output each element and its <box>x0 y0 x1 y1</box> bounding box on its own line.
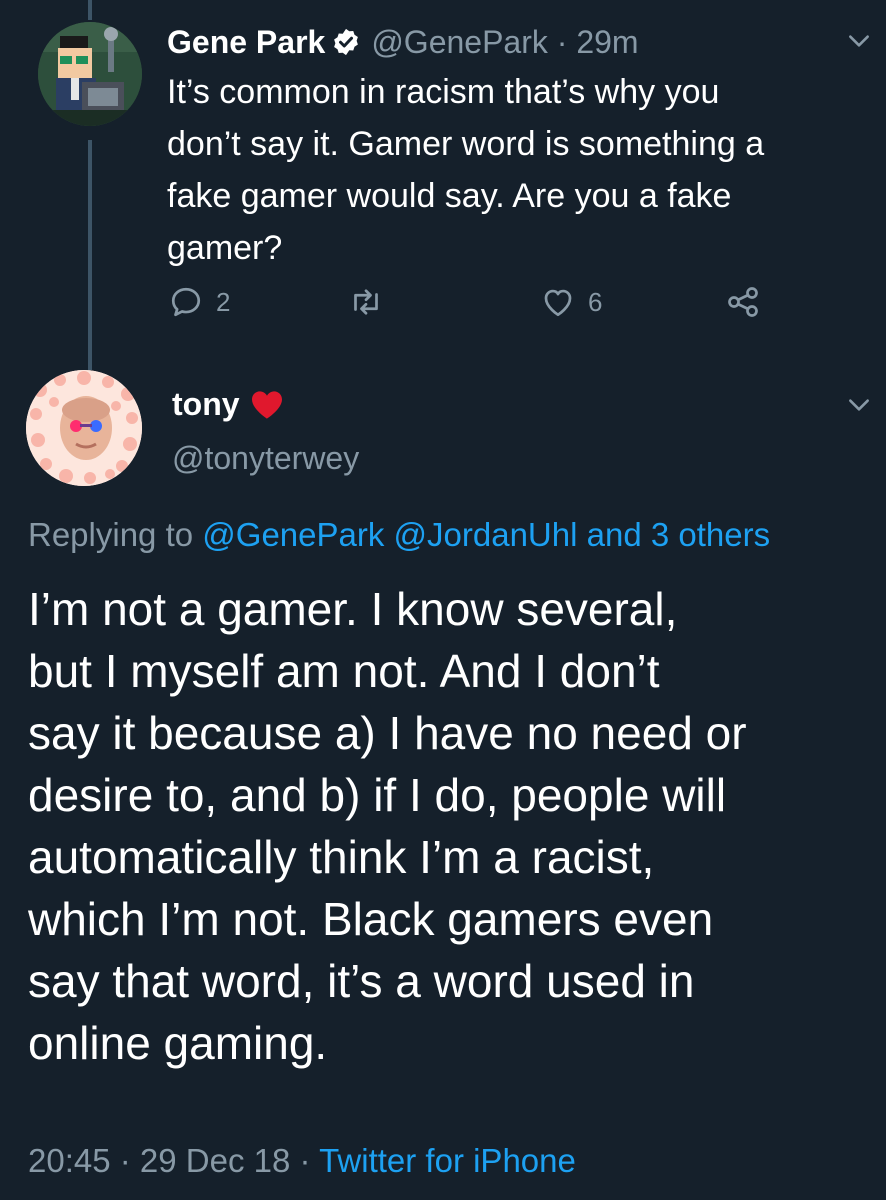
author-handle[interactable]: @tonyterwey <box>172 440 359 477</box>
like-button[interactable]: 6 <box>540 282 602 322</box>
heart-icon <box>544 289 572 317</box>
tweet-text-line: fake gamer would say. Are you a fake <box>167 177 732 215</box>
avatar-gene-park[interactable] <box>38 22 142 126</box>
retweet-icon <box>354 289 378 315</box>
replying-to-links[interactable]: @GenePark @JordanUhl and 3 others <box>202 516 770 553</box>
tweet2-text: I’m not a gamer. I know several, but I m… <box>28 578 878 1074</box>
avatar-tony[interactable] <box>26 370 142 486</box>
verified-badge-icon <box>334 28 359 56</box>
tweet-text-line: say it because a) I have no need or <box>28 707 747 759</box>
tweet-text-line: desire to, and b) if I do, people will <box>28 769 727 821</box>
tweet2-header: tony <box>172 386 284 423</box>
thread-connector <box>88 140 92 370</box>
share-button[interactable] <box>725 282 761 322</box>
tweet-time[interactable]: 29m <box>576 24 638 60</box>
replying-to-label: Replying to <box>28 516 194 553</box>
replying-to: Replying to @GenePark @JordanUhl and 3 o… <box>28 516 770 554</box>
tweet1-text: It’s common in racism that’s why you don… <box>167 66 867 274</box>
tweet-text-line: online gaming. <box>28 1017 328 1069</box>
reply-count: 2 <box>216 286 231 317</box>
chevron-down-icon[interactable] <box>846 28 872 54</box>
retweet-button[interactable] <box>348 282 384 322</box>
thread-connector-top <box>88 0 92 20</box>
tweet-source-link[interactable]: Twitter for iPhone <box>319 1142 576 1179</box>
avatar-image <box>26 370 142 486</box>
author-name[interactable]: Gene Park <box>167 24 325 61</box>
reply-icon <box>171 287 201 317</box>
red-heart-emoji-icon <box>251 390 282 419</box>
share-icon <box>728 287 758 317</box>
tweet-text-line: which I’m not. Black gamers even <box>28 893 714 945</box>
chevron-down-icon[interactable] <box>846 392 872 418</box>
like-count: 6 <box>588 286 603 317</box>
tweet-text-line: say that word, it’s a word used in <box>28 955 695 1007</box>
tweet-text-line: but I myself am not. And I don’t <box>28 645 660 697</box>
tweet-text-line: don’t say it. Gamer word is something a <box>167 125 765 163</box>
tweet-timestamp[interactable]: 20:45 · 29 Dec 18 · <box>28 1142 319 1179</box>
tweet-text-line: It’s common in racism that’s why you <box>167 73 720 111</box>
handle-and-time: @GenePark · 29m <box>371 23 639 60</box>
tweet1-header: Gene Park @GenePark · 29m <box>167 20 639 64</box>
author-name[interactable]: tony <box>172 386 240 423</box>
tweet-text-line: automatically think I’m a racist, <box>28 831 655 883</box>
reply-button[interactable]: 2 <box>168 282 230 322</box>
tweet-metadata: 20:45 · 29 Dec 18 · Twitter for iPhone <box>28 1142 576 1180</box>
avatar-image <box>38 22 142 126</box>
tweet-text-line: I’m not a gamer. I know several, <box>28 583 678 635</box>
author-handle[interactable]: @GenePark <box>371 24 548 60</box>
tweet-text-line: gamer? <box>167 229 283 267</box>
